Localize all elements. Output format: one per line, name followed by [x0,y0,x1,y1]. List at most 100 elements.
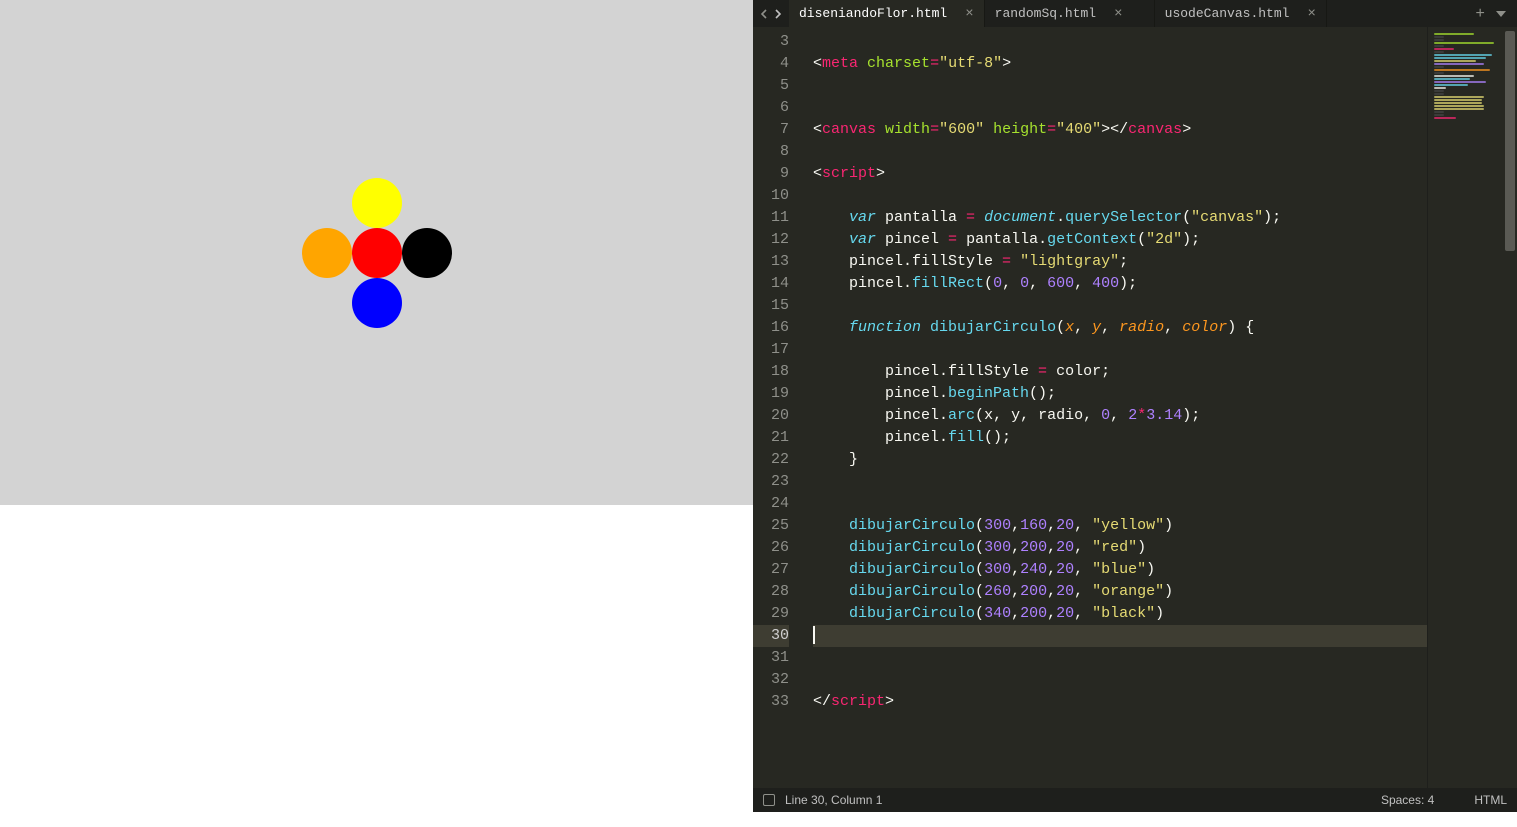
minimap-line [1434,111,1444,113]
code-line[interactable]: var pantalla = document.querySelector("c… [813,207,1427,229]
code-line[interactable]: var pincel = pantalla.getContext("2d"); [813,229,1427,251]
line-number: 3 [753,31,789,53]
minimap-line [1434,51,1444,53]
code-area[interactable]: 3456789101112131415161718192021222324252… [753,27,1517,788]
code-line[interactable]: pincel.fillStyle = "lightgray"; [813,251,1427,273]
code-line[interactable]: function dibujarCirculo(x, y, radio, col… [813,317,1427,339]
new-tab-icon[interactable]: + [1475,5,1485,23]
minimap-line [1434,99,1482,101]
browser-preview-pane [0,0,753,827]
close-icon[interactable]: × [1114,6,1122,22]
tab-usodeCanvas-html[interactable]: usodeCanvas.html × [1155,0,1327,27]
code-line[interactable] [813,625,1427,647]
minimap-line [1434,54,1492,56]
code-line[interactable]: } [813,449,1427,471]
minimap-line [1434,102,1482,104]
tab-menu-icon[interactable] [1495,9,1507,19]
close-icon[interactable]: × [1307,6,1315,22]
line-number: 24 [753,493,789,515]
code-line[interactable]: <script> [813,163,1427,185]
code-line[interactable] [813,97,1427,119]
line-number: 27 [753,559,789,581]
tab-label: randomSq.html [995,6,1096,21]
minimap-line [1434,72,1444,74]
canvas-output [0,0,753,505]
code-line[interactable] [813,493,1427,515]
code-line[interactable] [813,185,1427,207]
minimap-line [1434,42,1494,44]
code-line[interactable]: dibujarCirculo(300,200,20, "red") [813,537,1427,559]
minimap-line [1434,105,1484,107]
code-line[interactable] [813,31,1427,53]
line-number: 16 [753,317,789,339]
line-gutter: 3456789101112131415161718192021222324252… [753,27,799,788]
minimap-line [1434,60,1476,62]
nav-back-icon[interactable] [759,9,769,19]
minimap-line [1434,48,1454,50]
line-number: 20 [753,405,789,427]
line-number: 33 [753,691,789,713]
line-number: 18 [753,361,789,383]
minimap-line [1434,36,1444,38]
line-number: 29 [753,603,789,625]
line-number: 32 [753,669,789,691]
circle [352,278,402,328]
line-number: 6 [753,97,789,119]
syntax-mode[interactable]: HTML [1474,793,1507,807]
code-line[interactable]: dibujarCirculo(260,200,20, "orange") [813,581,1427,603]
code-line[interactable]: <meta charset="utf-8"> [813,53,1427,75]
code-line[interactable]: dibujarCirculo(300,240,20, "blue") [813,559,1427,581]
code-line[interactable] [813,647,1427,669]
line-number: 7 [753,119,789,141]
code-line[interactable] [813,75,1427,97]
circle [302,228,352,278]
line-number: 31 [753,647,789,669]
line-number: 19 [753,383,789,405]
minimap-line [1434,69,1490,71]
code-editor: diseniandoFlor.html×randomSq.html×usodeC… [753,0,1517,812]
circle [402,228,452,278]
tab-label: diseniandoFlor.html [799,6,947,21]
close-icon[interactable]: × [965,6,973,22]
code-line[interactable] [813,471,1427,493]
line-number: 21 [753,427,789,449]
vertical-scrollbar[interactable] [1505,31,1515,788]
line-number: 5 [753,75,789,97]
minimap-line [1434,84,1468,86]
code-line[interactable] [813,669,1427,691]
code-line[interactable]: <canvas width="600" height="400"></canva… [813,119,1427,141]
tab-label: usodeCanvas.html [1165,6,1290,21]
line-number: 22 [753,449,789,471]
code-line[interactable] [813,339,1427,361]
tab-bar: diseniandoFlor.html×randomSq.html×usodeC… [753,0,1517,27]
tab-diseniandoFlor-html[interactable]: diseniandoFlor.html × [789,0,985,27]
minimap-line [1434,63,1484,65]
code-line[interactable]: </script> [813,691,1427,713]
minimap-line [1434,117,1456,119]
circle [352,228,402,278]
minimap-line [1434,66,1444,68]
code-line[interactable]: pincel.beginPath(); [813,383,1427,405]
indent-setting[interactable]: Spaces: 4 [1381,793,1434,807]
minimap-line [1434,57,1486,59]
code-line[interactable]: dibujarCirculo(340,200,20, "black") [813,603,1427,625]
code-line[interactable]: pincel.fillStyle = color; [813,361,1427,383]
line-number: 25 [753,515,789,537]
status-menu-icon[interactable] [763,794,775,806]
code-line[interactable] [813,141,1427,163]
tab-randomSq-html[interactable]: randomSq.html × [985,0,1155,27]
code-content[interactable]: <meta charset="utf-8"> <canvas width="600… [799,27,1427,788]
minimap[interactable] [1427,27,1517,788]
code-line[interactable] [813,295,1427,317]
code-line[interactable]: pincel.fillRect(0, 0, 600, 400); [813,273,1427,295]
tab-actions: + [1465,0,1517,27]
text-cursor [813,626,815,644]
tab-nav-arrows [753,0,789,27]
line-number: 23 [753,471,789,493]
code-line[interactable]: pincel.arc(x, y, radio, 0, 2*3.14); [813,405,1427,427]
line-number: 26 [753,537,789,559]
nav-forward-icon[interactable] [773,9,783,19]
code-line[interactable]: pincel.fill(); [813,427,1427,449]
code-line[interactable]: dibujarCirculo(300,160,20, "yellow") [813,515,1427,537]
line-number: 28 [753,581,789,603]
